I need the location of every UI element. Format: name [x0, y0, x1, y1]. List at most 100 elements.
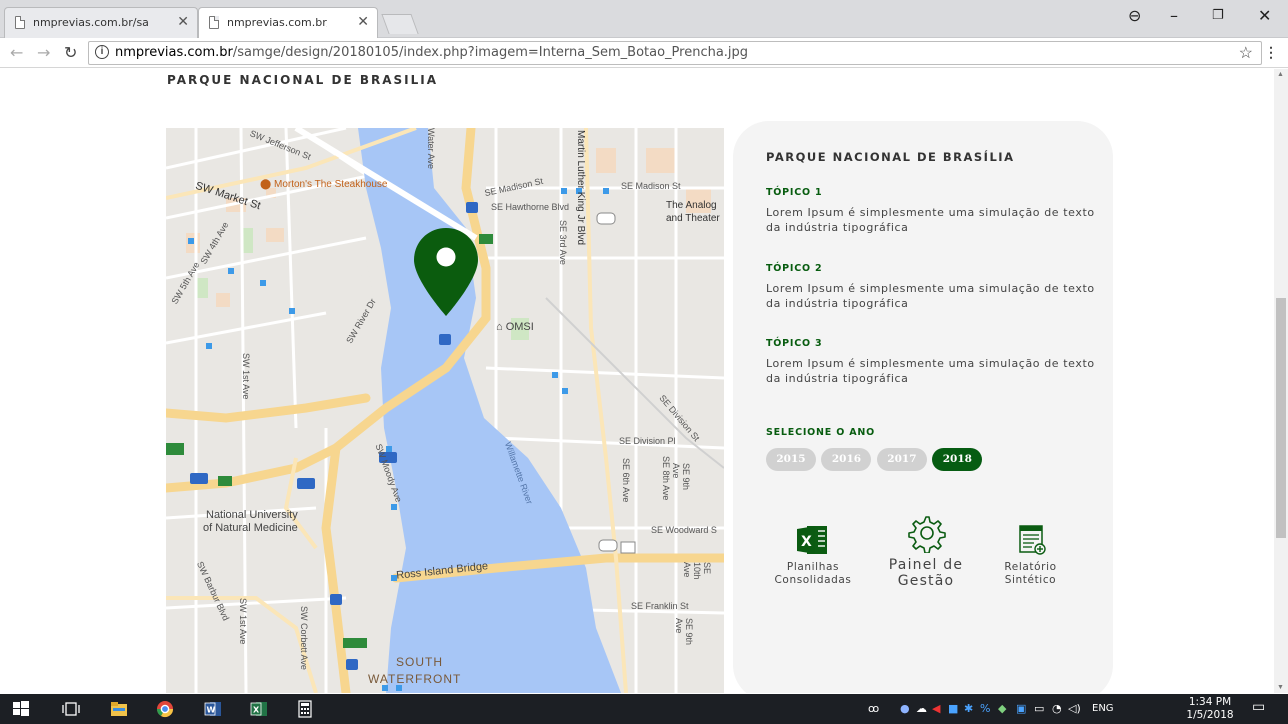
clock[interactable]: 1:34 PM 1/5/2018: [1184, 696, 1236, 722]
year-button-2018[interactable]: 2018: [932, 448, 983, 471]
map-label: SW 5th Ave: [169, 260, 202, 306]
calculator-icon[interactable]: [296, 700, 314, 718]
tray-app-icon[interactable]: ●: [900, 702, 910, 715]
map-label: SW 4th Ave: [198, 220, 231, 266]
tool-label: Relatório: [1004, 561, 1057, 573]
map-label: SW Jefferson St: [248, 128, 313, 162]
people-icon[interactable]: ꝏ: [868, 702, 879, 715]
battery-icon[interactable]: ▭: [1034, 702, 1044, 715]
topic-heading: TÓPICO 2: [766, 263, 823, 274]
topic-heading: TÓPICO 3: [766, 338, 823, 349]
map-label: SW Corbett Ave: [299, 606, 309, 670]
bookmark-star-icon[interactable]: ☆: [1239, 43, 1253, 63]
map-label: SE Woodward S: [651, 525, 717, 535]
gear-icon: [908, 516, 946, 554]
word-icon[interactable]: W: [204, 700, 222, 718]
map-label: SE Madison St: [621, 181, 681, 191]
cloud-icon[interactable]: ☁: [916, 702, 927, 715]
browser-tab-1[interactable]: nmprevias.com.br/samge ✕: [4, 7, 198, 38]
info-icon[interactable]: i: [95, 45, 109, 59]
info-panel: PARQUE NACIONAL DE BRASÍLIA TÓPICO 1 Lor…: [733, 121, 1113, 693]
year-button-2015[interactable]: 2015: [766, 448, 816, 471]
tab-title: nmprevias.com.br/samge: [227, 16, 327, 29]
reload-icon[interactable]: ↻: [64, 43, 77, 62]
map[interactable]: SW Jefferson St ⬤ Morton's The Steakhous…: [166, 128, 724, 693]
map-label: SE Madison St: [483, 175, 544, 199]
excel-icon: X: [797, 526, 827, 554]
tray-app-icon[interactable]: %: [980, 702, 990, 715]
map-label: The Analog: [666, 200, 717, 211]
scroll-down-icon[interactable]: ▼: [1277, 684, 1284, 691]
map-label: SE 9th Ave: [671, 463, 691, 491]
map-label-poi: ⬤ Morton's The Steakhouse: [260, 179, 388, 190]
close-tab-icon[interactable]: ✕: [357, 14, 369, 30]
page-icon: [15, 16, 25, 29]
address-toolbar: ← → ↻ i nmprevias.com.br/samge/design/20…: [0, 38, 1288, 68]
panel-title: PARQUE NACIONAL DE BRASÍLIA: [766, 150, 1015, 164]
notifications-icon[interactable]: ▭: [1252, 699, 1265, 715]
year-selector: 2015 2016 2017 2018: [766, 448, 983, 471]
address-bar[interactable]: i nmprevias.com.br/samge/design/20180105…: [88, 41, 1262, 65]
painel-button[interactable]: Painel de Gestão: [881, 513, 971, 589]
map-label: SW 1st Ave: [241, 353, 251, 400]
topic-text: Lorem Ipsum é simplesmente uma simulação…: [766, 206, 1095, 234]
url-text[interactable]: nmprevias.com.br/samge/design/20180105/i…: [115, 45, 748, 60]
svg-text:W: W: [207, 706, 216, 715]
map-label: WATERFRONT: [368, 672, 462, 686]
volume-icon[interactable]: ◁): [1068, 702, 1081, 715]
excel-taskbar-icon[interactable]: X: [250, 700, 268, 718]
clock-time: 1:34 PM: [1188, 696, 1232, 708]
planilhas-button[interactable]: X Planilhas Consolidadas: [768, 523, 858, 587]
tool-label: Consolidadas: [774, 574, 852, 586]
topic-text: Lorem Ipsum é simplesmente uma simulação…: [766, 357, 1095, 385]
tray-app-icon[interactable]: ◆: [998, 702, 1006, 715]
forward-icon[interactable]: →: [37, 43, 50, 62]
scroll-up-icon[interactable]: ▲: [1277, 71, 1284, 78]
tool-label: Sintético: [1004, 574, 1057, 586]
map-label: SE 9th Ave: [674, 618, 694, 646]
back-icon[interactable]: ←: [10, 43, 23, 62]
tool-label: Painel de: [888, 557, 964, 573]
close-window-button[interactable]: ✕: [1258, 6, 1271, 25]
wifi-icon[interactable]: ◔: [1052, 702, 1062, 715]
map-label: SOUTH: [396, 655, 443, 669]
map-label: of Natural Medicine: [203, 522, 298, 534]
tray-app-icon[interactable]: ■: [948, 702, 958, 715]
bluetooth-icon[interactable]: ✱: [964, 702, 973, 715]
map-label: SE 8th Ave: [661, 456, 671, 501]
language-indicator[interactable]: ENG: [1092, 703, 1114, 714]
map-label: and Theater: [666, 213, 720, 224]
map-label: SE Division Pl: [619, 436, 676, 446]
map-labels: SW Jefferson St ⬤ Morton's The Steakhous…: [166, 128, 724, 693]
map-label: Water Ave: [426, 128, 436, 170]
tray-app-icon[interactable]: ▣: [1016, 702, 1026, 715]
chrome-icon[interactable]: [156, 700, 174, 718]
close-tab-icon[interactable]: ✕: [177, 14, 189, 30]
map-label: SW Barbur Blvd: [194, 559, 232, 623]
new-tab-button[interactable]: [381, 14, 419, 34]
minimize-button[interactable]: –: [1170, 6, 1178, 25]
windows-start-icon[interactable]: [12, 700, 30, 718]
tray-app-icon[interactable]: ◀: [932, 702, 940, 715]
vertical-scrollbar[interactable]: ▲ ▼: [1274, 69, 1288, 693]
svg-text:X: X: [253, 706, 260, 715]
year-button-2016[interactable]: 2016: [821, 448, 872, 471]
tool-label: Gestão: [897, 573, 955, 589]
relatorio-button[interactable]: Relatório Sintético: [988, 523, 1073, 587]
map-label: SE 6th Ave: [621, 458, 631, 503]
map-label: SW Market St: [193, 179, 263, 213]
account-icon[interactable]: ⊖: [1128, 6, 1141, 25]
menu-icon[interactable]: ⋮: [1264, 44, 1278, 61]
map-label: SW 1st Ave: [238, 598, 248, 645]
tab-title: nmprevias.com.br/samge: [33, 16, 148, 29]
task-view-icon[interactable]: [62, 700, 80, 718]
map-label: SW River Dr: [344, 296, 378, 346]
map-label: Ross Island Bridge: [395, 560, 489, 582]
browser-tab-2[interactable]: nmprevias.com.br/samge ✕: [198, 7, 378, 38]
file-explorer-icon[interactable]: [110, 700, 128, 718]
windows-taskbar: W X ꝏ ● ☁ ◀ ■ ✱ % ◆ ▣ ▭ ◔ ◁) ENG 1:34 PM…: [0, 694, 1288, 724]
restore-button[interactable]: ❐: [1212, 8, 1224, 23]
year-button-2017[interactable]: 2017: [876, 448, 927, 471]
map-label: SE Franklin St: [631, 601, 689, 611]
scroll-thumb[interactable]: [1276, 298, 1286, 538]
